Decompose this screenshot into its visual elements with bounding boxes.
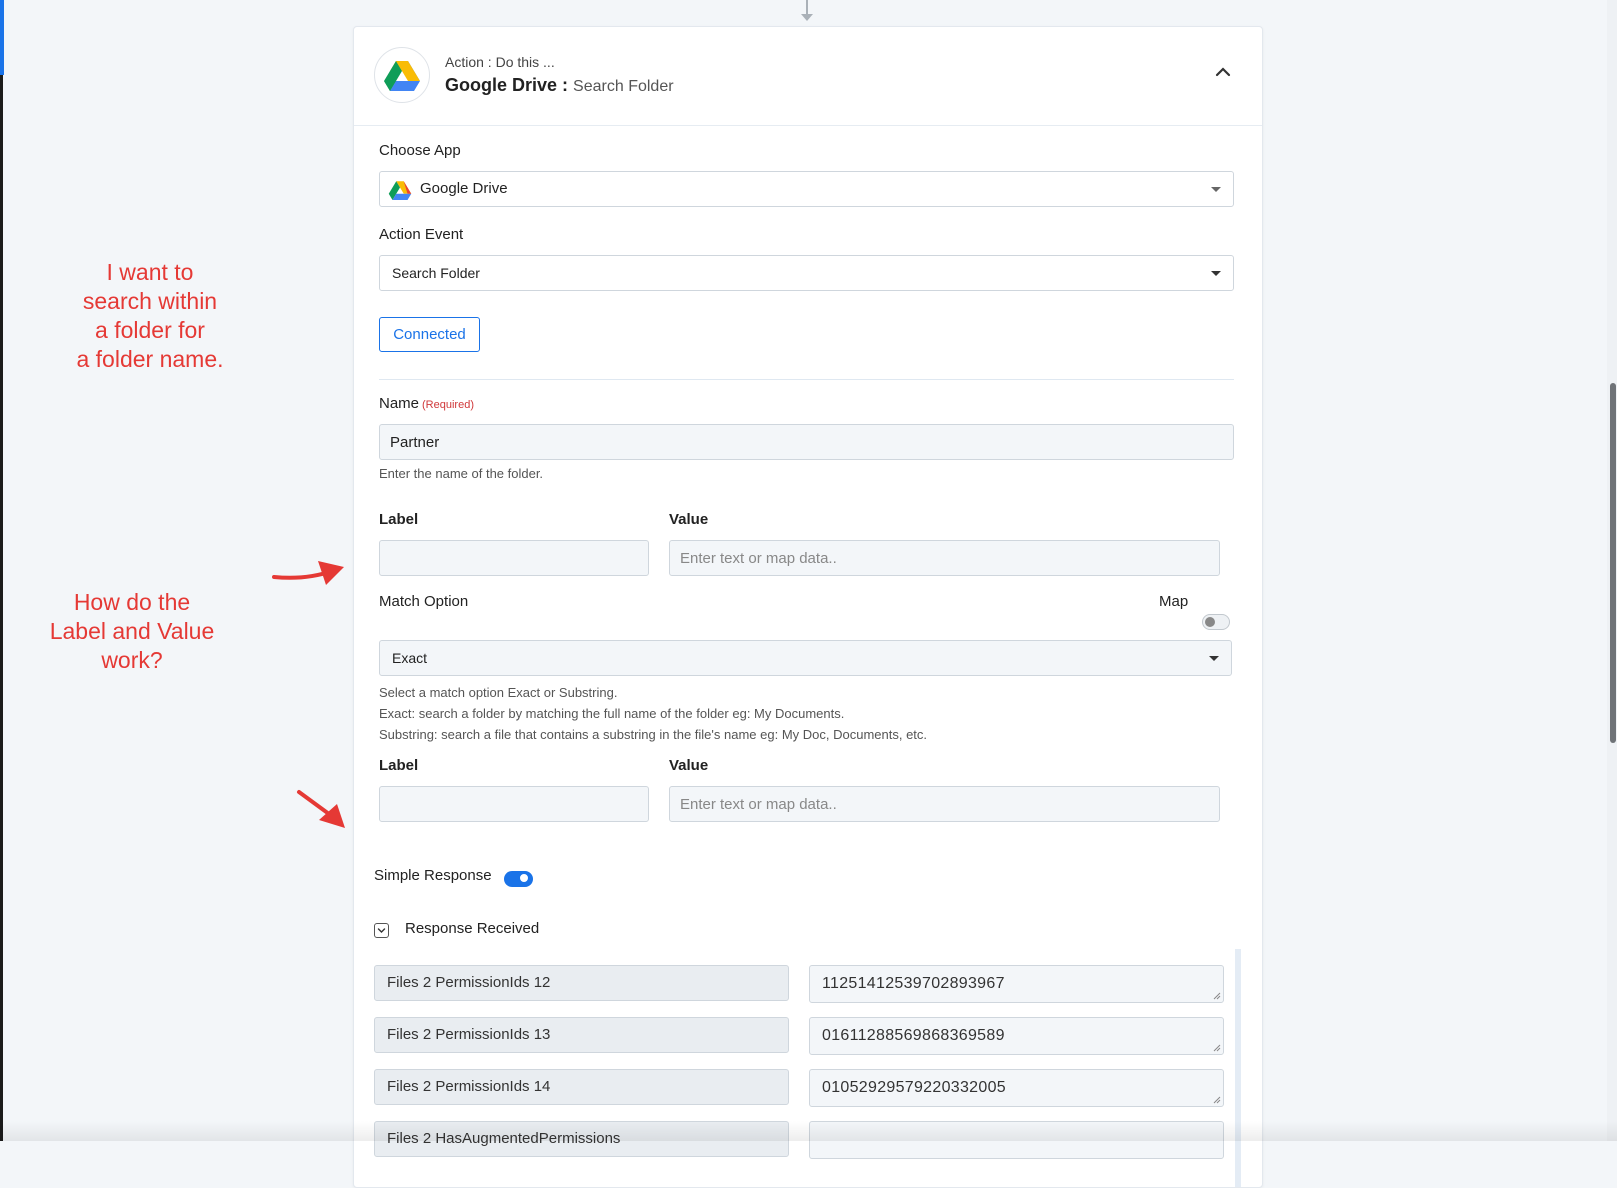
response-field-name: Files 2 PermissionIds 13 (374, 1017, 789, 1053)
toggle-knob (519, 873, 529, 883)
choose-app-label: Choose App (379, 142, 461, 159)
left-edge-bar (0, 0, 3, 1141)
match-option-value: Exact (392, 650, 428, 666)
step-title: Google Drive : Search Folder (445, 75, 674, 96)
response-value-text: 11251412539702893967 (822, 975, 1005, 992)
action-event-label: Action Event (379, 226, 464, 243)
match-help-line-1: Select a match option Exact or Substring… (379, 685, 618, 700)
choose-app-value: Google Drive (420, 180, 508, 197)
toggle-knob (1205, 617, 1215, 627)
match-help-line-3: Substring: search a file that contains a… (379, 727, 928, 742)
annotation-note-search: I want to search within a folder for a f… (76, 259, 224, 372)
map-label: Map (1159, 593, 1189, 610)
annotation-arrow-1-icon (272, 561, 344, 585)
response-field-value[interactable]: 11251412539702893967 (809, 965, 1224, 1003)
response-received-expand-toggle[interactable] (374, 923, 389, 938)
action-step-card: Action : Do this ... Google Drive : Sear… (353, 26, 1263, 1188)
response-field-value[interactable]: 01611288569868369589 (809, 1017, 1224, 1055)
page-scrollbar[interactable] (1607, 0, 1617, 1141)
match-option-select[interactable]: Exact (379, 640, 1232, 676)
label-column-header: Label (379, 511, 419, 528)
response-field-text: Files 2 PermissionIds 14 (387, 1078, 551, 1095)
action-event-select[interactable]: Search Folder (379, 255, 1234, 291)
response-received-label: Response Received (405, 920, 540, 937)
response-field-value[interactable]: 01052929579220332005 (809, 1069, 1224, 1107)
google-drive-small-icon (388, 181, 412, 200)
label-column-header: Label (379, 757, 419, 774)
action-step-header[interactable]: Action : Do this ... Google Drive : Sear… (354, 27, 1262, 126)
resize-grip-icon[interactable] (1213, 1044, 1221, 1052)
name-label: Name (Required) (379, 395, 474, 412)
name-input[interactable]: Partner (379, 424, 1234, 460)
left-edge-active-indicator (0, 0, 4, 75)
connected-button[interactable]: Connected (379, 317, 480, 352)
choose-app-select[interactable]: Google Drive (379, 171, 1234, 207)
value-input[interactable]: Enter text or map data.. (669, 540, 1220, 576)
value-column-header: Value (669, 511, 709, 528)
google-drive-logo-icon (374, 47, 430, 103)
map-toggle[interactable] (1202, 614, 1230, 630)
response-value-text: 01611288569868369589 (822, 1027, 1005, 1044)
match-option-label: Match Option (379, 593, 469, 610)
simple-response-label: Simple Response (374, 867, 492, 884)
resize-grip-icon[interactable] (1213, 1096, 1221, 1104)
annotation-arrow-2-icon (297, 790, 345, 828)
section-divider (379, 379, 1234, 380)
annotation-note-label-value: How do the Label and Value work? (49, 589, 215, 673)
response-value-text: 01052929579220332005 (822, 1079, 1006, 1096)
dropdown-caret-icon (1211, 271, 1221, 276)
dropdown-caret-icon (1211, 187, 1221, 192)
resize-grip-icon[interactable] (1213, 992, 1221, 1000)
page-scrollbar-thumb[interactable] (1610, 383, 1616, 743)
value-input-placeholder: Enter text or map data.. (680, 550, 837, 567)
response-field-text: Files 2 PermissionIds 13 (387, 1026, 551, 1043)
response-field-name: Files 2 PermissionIds 12 (374, 965, 789, 1001)
action-event-value: Search Folder (392, 265, 480, 281)
dropdown-caret-icon (1209, 656, 1219, 661)
match-help-line-2: Exact: search a folder by matching the f… (379, 706, 845, 721)
label-input[interactable] (379, 540, 649, 576)
response-list-scrollbar[interactable] (1235, 949, 1241, 1187)
name-help-text: Enter the name of the folder. (379, 466, 544, 481)
chevron-down-icon (377, 928, 386, 933)
collapse-chevron-up-icon[interactable] (1212, 61, 1234, 83)
value-input-placeholder: Enter text or map data.. (680, 796, 837, 813)
step-app-name: Google Drive : (445, 75, 569, 95)
bottom-shadow (0, 1121, 1617, 1141)
label-input[interactable] (379, 786, 649, 822)
required-badge: (Required) (422, 399, 474, 411)
name-input-value: Partner (390, 434, 440, 451)
step-subtitle: Action : Do this ... (445, 54, 555, 70)
simple-response-toggle[interactable] (504, 871, 533, 887)
response-field-text: Files 2 PermissionIds 12 (387, 974, 551, 991)
name-label-text: Name (379, 395, 420, 412)
flow-connector-arrow-icon (801, 14, 813, 21)
value-input[interactable]: Enter text or map data.. (669, 786, 1220, 822)
response-field-name: Files 2 PermissionIds 14 (374, 1069, 789, 1105)
step-event-name: Search Folder (573, 78, 674, 95)
value-column-header: Value (669, 757, 709, 774)
